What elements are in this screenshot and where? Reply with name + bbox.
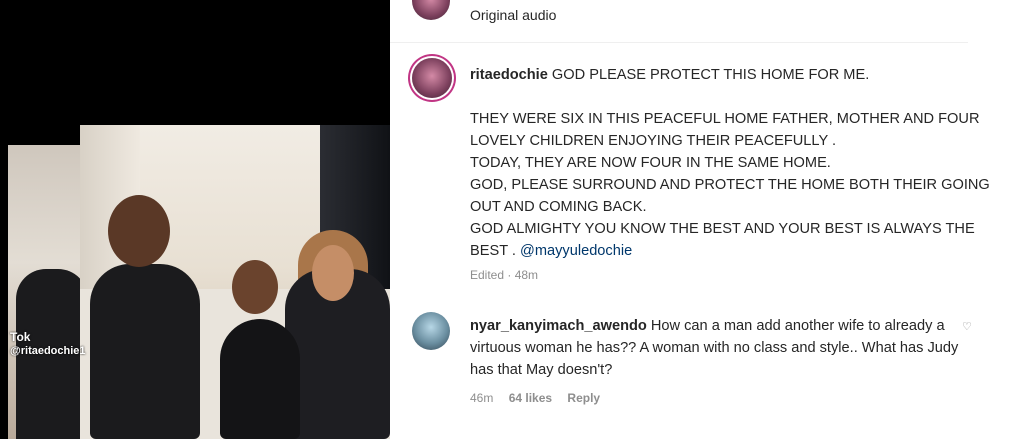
author-username[interactable]: ritaedochie [470, 67, 548, 83]
watermark-brand: Tok [10, 330, 31, 344]
young-boy-head [232, 260, 278, 314]
comment-likes[interactable]: 64 likes [509, 391, 552, 405]
background-photo [8, 145, 88, 439]
young-boy [220, 319, 300, 439]
caption-edited-time: Edited · 48m [470, 268, 539, 282]
teen-boy [90, 264, 200, 439]
post-caption: ritaedochie GOD PLEASE PROTECT THIS HOME… [470, 64, 1000, 262]
reply-button[interactable]: Reply [567, 391, 600, 405]
heart-icon[interactable]: ♡ [962, 322, 972, 333]
comment: nyar_kanyimach_awendo How can a man add … [470, 315, 980, 381]
caption-body: THEY WERE SIX IN THIS PEACEFUL HOME FATH… [470, 111, 990, 259]
divider [390, 42, 968, 43]
mention-link[interactable]: @mayyuledochie [520, 243, 632, 259]
caption-first-line: GOD PLEASE PROTECT THIS HOME FOR ME. [551, 67, 870, 83]
author-avatar[interactable] [412, 58, 452, 98]
commenter-username[interactable]: nyar_kanyimach_awendo [470, 318, 647, 334]
audio-avatar[interactable] [412, 0, 450, 20]
original-audio-link[interactable]: Original audio [470, 7, 556, 23]
post-media[interactable]: Tok @ritaedochie1 [0, 0, 390, 439]
comment-time: 46m [470, 391, 494, 405]
teen-boy-head [108, 195, 170, 267]
woman-face [312, 245, 354, 301]
comments-panel: Original audio ritaedochie GOD PLEASE PR… [390, 0, 1028, 439]
comment-meta: 46m 64 likes Reply [470, 391, 612, 405]
family-photo [80, 125, 390, 439]
commenter-avatar[interactable] [412, 312, 450, 350]
watermark-username: @ritaedochie1 [10, 345, 86, 357]
tiktok-watermark: Tok @ritaedochie1 [10, 330, 86, 358]
